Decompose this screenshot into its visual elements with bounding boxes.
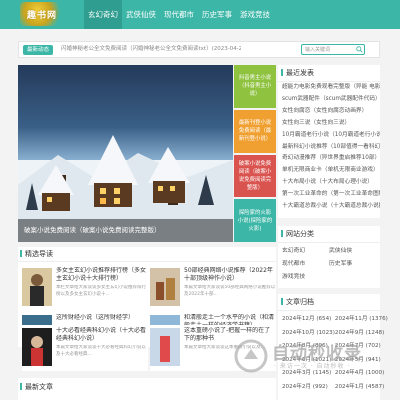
recent-link[interactable]: 超能力电影免费观看完整版（异能 电影） <box>278 82 380 94</box>
recent-link[interactable]: 最新科幻小说推荐（10部值得一看科幻小说） <box>278 142 380 154</box>
watermark-subtext: · 来访一次 · 自动秒收 · <box>274 363 351 370</box>
recent-link[interactable]: 女性向腐恋（女性向腐恋动画界） <box>278 106 380 118</box>
search-icon[interactable] <box>356 46 363 53</box>
nav-item-xuanhuan[interactable]: 玄幻奇幻 <box>84 0 122 29</box>
hero-caption[interactable]: 破案小说免费阅读（破案小说免费阅读完整版） <box>18 219 233 242</box>
recent-link[interactable]: 单机无限商业卡（单机无限商业游戏） <box>278 165 380 177</box>
recent-title: 最近发表 <box>278 65 380 82</box>
list-item[interactable]: 多女主玄幻小说推荐排行榜（多女主玄幻小说十大排行榜） 本栏文章给大家谈谈多女主玄… <box>22 265 148 311</box>
site-logo[interactable]: 趣书网 <box>20 2 64 26</box>
tile-4[interactable]: 探险家的火影小说(探险家的火影) <box>234 199 276 242</box>
notice-tag: 最新动态 <box>23 45 54 55</box>
hero-side-tiles: 抖音男主小说（抖音男主小说） 最新刊登小说免费阅读（最新刊登小说） 破案小说免费… <box>234 65 276 242</box>
archive-link[interactable]: 2024年11月 (1376) <box>335 313 388 327</box>
latest-title: 最新文章 <box>18 380 53 395</box>
thumbnail <box>22 328 52 366</box>
archive-title: 文章归档 <box>278 294 380 311</box>
latest-section: 最新文章 <box>18 378 276 400</box>
nav-item-dushi[interactable]: 现代都市 <box>160 0 198 29</box>
archive-link[interactable]: 2024年12月 (654) <box>282 313 335 327</box>
sidebar-recent: 最近发表 超能力电影免费观看完整版（异能 电影） scum武器配件（scum武器… <box>278 65 380 218</box>
featured-title: 精选导读 <box>18 247 276 262</box>
nav-item-wuxia[interactable]: 武侠仙侠 <box>122 0 160 29</box>
nav-item-lishi[interactable]: 历史军事 <box>198 0 236 29</box>
item-desc: 本篇文章给大家谈谈十大必看经典科幻小说以及十大必看经典... <box>56 345 146 357</box>
category-link[interactable]: 现代都市 <box>282 258 329 271</box>
category-link[interactable]: 玄幻奇幻 <box>282 245 329 258</box>
thumbnail <box>150 328 180 366</box>
recent-link[interactable]: scum武器配件（scum武器配件代码） <box>278 94 380 106</box>
cats-title: 网站分类 <box>278 226 380 243</box>
archive-link[interactable]: 2024年2月 (992) <box>282 381 335 395</box>
category-link[interactable]: 武侠仙侠 <box>329 245 376 258</box>
notice-bar: 最新动态 闪婚神秘老公全文免费阅读（闪婚神秘老公全文免费阅读txt）(2023-… <box>18 41 380 58</box>
recent-link[interactable]: 10月霸道老行小说（10月霸道老行小说） <box>278 130 380 142</box>
item-title[interactable]: 多女主玄幻小说推荐排行榜（多女主玄幻小说十大排行榜） <box>56 267 148 283</box>
tile-1[interactable]: 抖音男主小说（抖音男主小说） <box>234 65 276 108</box>
top-nav-bar: 趣书网 玄幻奇幻 武侠仙侠 现代都市 历史军事 游戏竞技 <box>0 0 400 29</box>
category-link[interactable]: 历史军事 <box>329 258 376 271</box>
nav-item-youxi[interactable]: 游戏竞技 <box>236 0 274 29</box>
logo-text: 趣书网 <box>26 10 57 21</box>
list-item[interactable]: 50部经典网络小说推荐（2022年十部顶级神作小说） 本篇文章给大家谈谈50部经… <box>150 265 276 311</box>
tile-2[interactable]: 最新刊登小说免费阅读（最新刊登小说） <box>234 109 276 153</box>
recent-link[interactable]: 十大霸道总裁小说（十大霸道总裁小说推荐） <box>278 201 380 213</box>
watermark-logo-icon <box>234 339 268 373</box>
hero-slide[interactable]: 破案小说免费阅读（破案小说免费阅读完整版） <box>18 65 233 242</box>
tile-3[interactable]: 破案小说免费阅读（破案小说免费阅读完整版） <box>234 154 276 198</box>
recent-link[interactable]: 十大布局小说（十大布局心理小说） <box>278 177 380 189</box>
recent-link[interactable]: 奇幻动漫推荐（异世界重启推荐10部） <box>278 153 380 165</box>
recent-link[interactable]: 女性向三说（女性向三说） <box>278 118 380 130</box>
thumbnail <box>22 268 52 306</box>
hero-image <box>18 135 233 242</box>
item-desc: 本栏文章给大家谈谈多女主玄幻小说推荐排行榜以及多女主玄幻小说十... <box>56 285 146 297</box>
thumbnail <box>150 268 180 306</box>
notice-text[interactable]: 闪婚神秘老公全文免费阅读（闪婚神秘老公全文免费阅读txt）(2023-04-22… <box>61 42 241 57</box>
list-item[interactable]: 十大必看经典科幻小说（十大必看经典科幻小说） 本篇文章给大家谈谈十大必看经典科幻… <box>22 325 148 371</box>
sidebar-categories: 网站分类 玄幻奇幻 武侠仙侠 现代都市 历史军事 游戏竞技 <box>278 226 380 288</box>
category-link[interactable]: 游戏竞技 <box>282 271 329 284</box>
main-nav: 玄幻奇幻 武侠仙侠 现代都市 历史军事 游戏竞技 <box>84 0 274 29</box>
item-title[interactable]: 50部经典网络小说推荐（2022年十部顶级神作小说） <box>184 267 276 283</box>
recent-link[interactable]: 第一次工业革命的（第一次工业革命图解） <box>278 189 380 201</box>
archive-link[interactable]: 2024年1月 (4587) <box>335 381 388 395</box>
item-desc: 本篇文章给大家谈谈50部经典网络小说推荐以及2022年十部... <box>184 285 276 297</box>
item-title[interactable]: 十大必看经典科幻小说（十大必看经典科幻小说） <box>56 327 148 343</box>
watermark-overlay: 自动秒收录 · 来访一次 · 自动秒收 · <box>232 337 392 377</box>
